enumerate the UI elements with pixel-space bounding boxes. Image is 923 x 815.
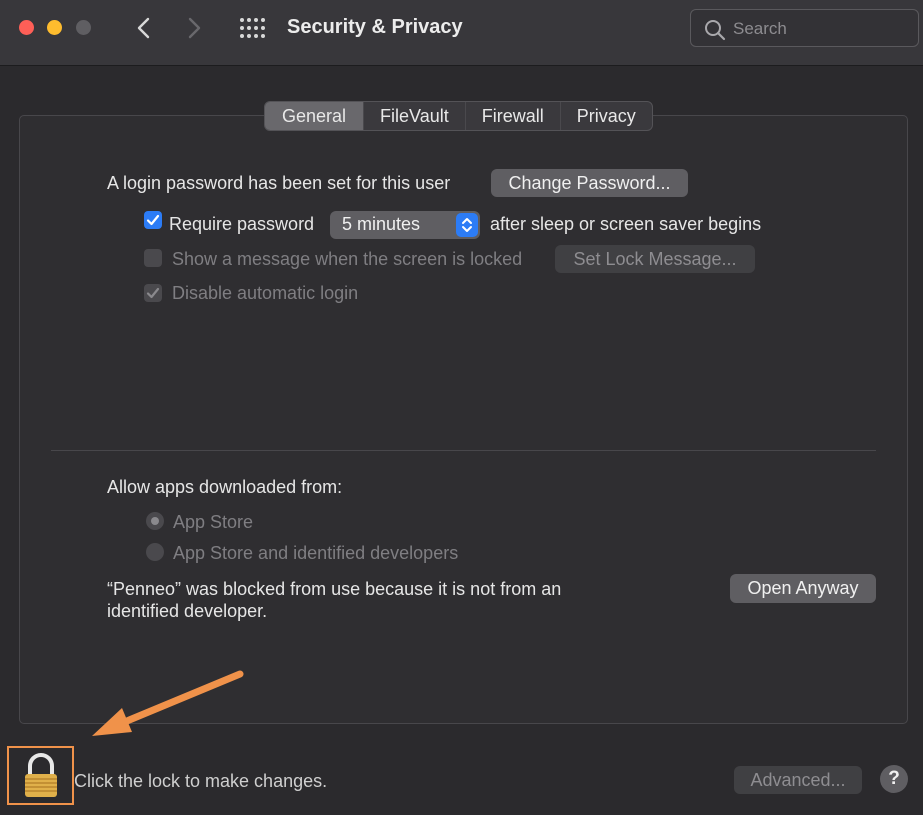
search-field[interactable] bbox=[690, 9, 919, 47]
show-message-checkbox[interactable] bbox=[144, 249, 162, 267]
radio-app-store[interactable] bbox=[146, 512, 164, 530]
search-icon bbox=[705, 20, 726, 41]
show-message-label: Show a message when the screen is locked bbox=[172, 249, 523, 269]
tab-general[interactable]: General bbox=[265, 102, 365, 130]
disable-auto-login-label: Disable automatic login bbox=[172, 283, 359, 303]
tab-filevault[interactable]: FileVault bbox=[364, 102, 466, 130]
back-button[interactable] bbox=[130, 14, 156, 42]
forward-button[interactable] bbox=[182, 14, 208, 42]
change-password-button[interactable]: Change Password... bbox=[491, 169, 688, 197]
radio-identified-developers[interactable] bbox=[146, 543, 164, 561]
general-panel bbox=[19, 115, 908, 724]
checkmark-icon bbox=[146, 287, 160, 299]
set-lock-message-button[interactable]: Set Lock Message... bbox=[555, 245, 755, 273]
chevron-right-icon bbox=[188, 17, 201, 39]
advanced-button[interactable]: Advanced... bbox=[734, 766, 862, 794]
disable-auto-login-checkbox[interactable] bbox=[144, 284, 162, 302]
require-password-checkbox[interactable] bbox=[144, 211, 162, 229]
grid-icon bbox=[240, 18, 265, 38]
window-title: Security & Privacy bbox=[287, 16, 463, 38]
updown-chevron-icon bbox=[456, 213, 478, 237]
radio-identified-developers-label: App Store and identified developers bbox=[173, 543, 459, 563]
chevron-left-icon bbox=[137, 17, 150, 39]
require-password-delay-select[interactable]: 5 minutes bbox=[330, 211, 480, 239]
open-anyway-button[interactable]: Open Anyway bbox=[730, 574, 876, 603]
blocked-message-line2: identified developer. bbox=[107, 601, 268, 621]
login-password-text: A login password has been set for this u… bbox=[107, 173, 451, 193]
minimize-window-button[interactable] bbox=[47, 20, 62, 35]
checkmark-icon bbox=[146, 214, 160, 226]
radio-app-store-label: App Store bbox=[173, 512, 254, 532]
close-window-button[interactable] bbox=[19, 20, 34, 35]
help-button[interactable]: ? bbox=[880, 765, 908, 793]
blocked-message-line1: “Penneo” was blocked from use because it… bbox=[107, 579, 562, 599]
lock-hint-text: Click the lock to make changes. bbox=[74, 771, 328, 791]
title-bar: Security & Privacy bbox=[0, 0, 923, 66]
tab-firewall[interactable]: Firewall bbox=[466, 102, 561, 130]
tab-privacy[interactable]: Privacy bbox=[561, 102, 652, 130]
require-password-delay-value: 5 minutes bbox=[342, 214, 421, 234]
after-sleep-text: after sleep or screen saver begins bbox=[490, 214, 762, 234]
zoom-window-button[interactable] bbox=[76, 20, 91, 35]
show-all-button[interactable] bbox=[239, 17, 267, 39]
tab-bar: General FileVault Firewall Privacy bbox=[264, 101, 653, 131]
padlock-icon bbox=[25, 753, 57, 797]
annotation-arrow-icon bbox=[92, 670, 244, 736]
allow-apps-heading: Allow apps downloaded from: bbox=[107, 477, 343, 497]
section-divider bbox=[51, 450, 876, 451]
search-input[interactable] bbox=[733, 18, 908, 40]
require-password-label: Require password bbox=[169, 214, 315, 234]
lock-button[interactable] bbox=[7, 746, 74, 805]
